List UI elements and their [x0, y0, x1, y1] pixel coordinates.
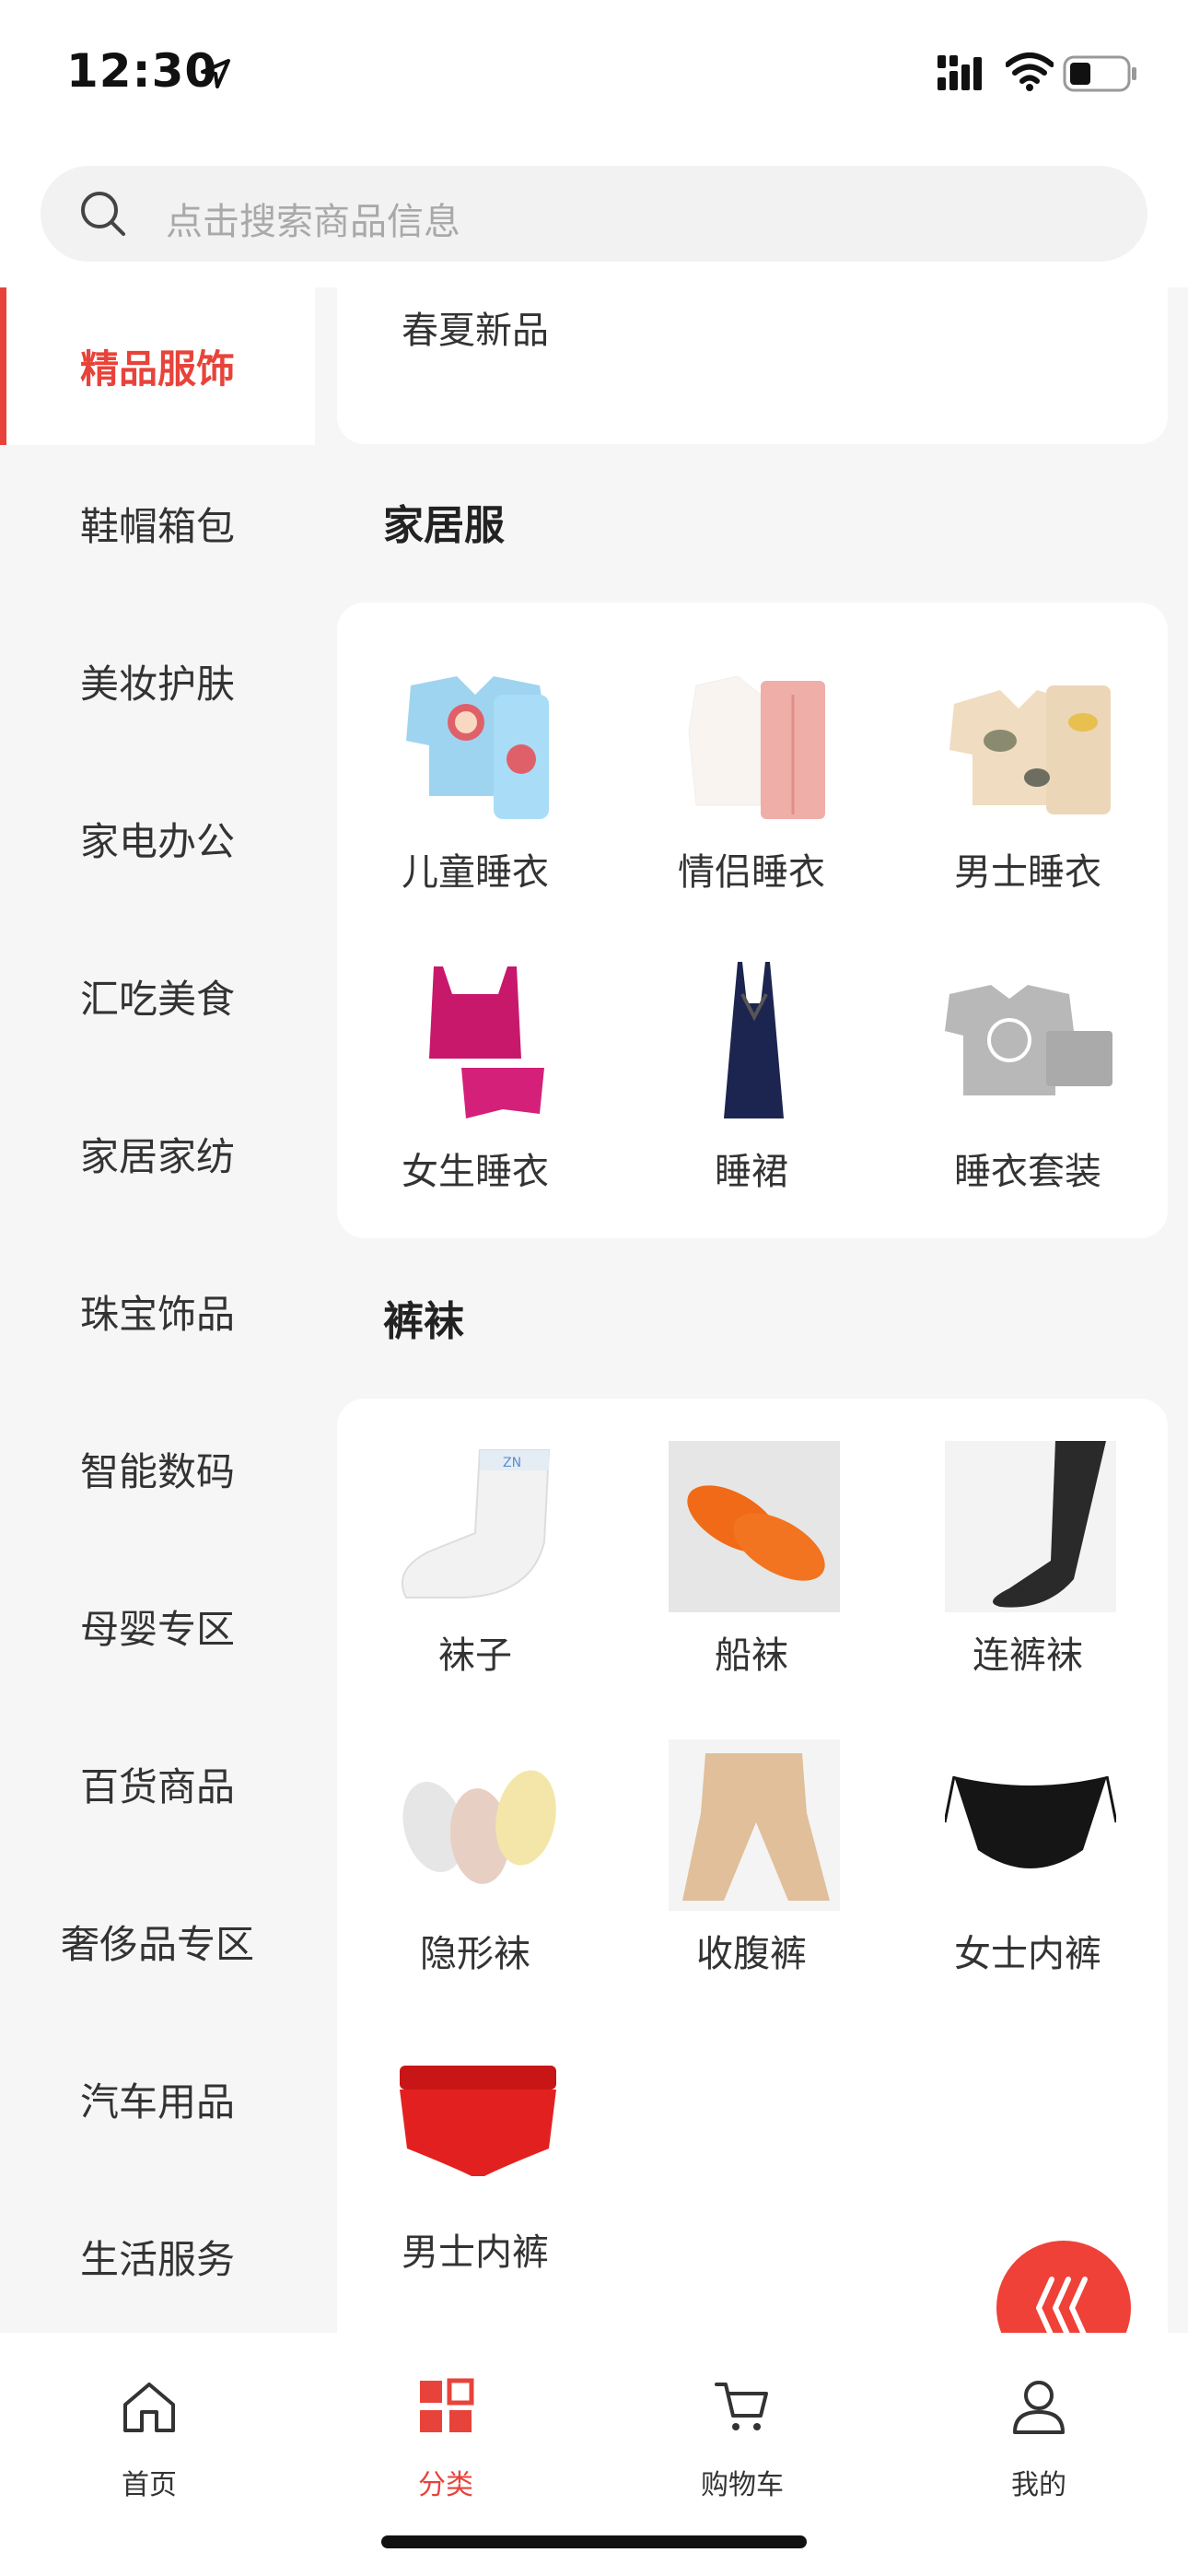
search-icon	[81, 192, 125, 236]
hosiery-card: ZN 袜子 船袜 连裤袜 隐形袜 收腹裤 女士内裤 男士内裤	[337, 1399, 1168, 2333]
tile-label: 春夏新品	[402, 310, 549, 352]
tab-label: 分类	[418, 2469, 473, 2501]
new-arrivals-card: 春夏新品	[337, 287, 1168, 444]
tile-label: 连裤袜	[973, 1634, 1083, 1677]
sidebar-item-auto[interactable]: 汽车用品	[0, 2020, 315, 2178]
category-tile[interactable]: 收腹裤	[613, 1739, 890, 2016]
tile-label: 儿童睡衣	[402, 851, 549, 894]
pajama-set-thumbnail	[945, 985, 1112, 1095]
category-tile[interactable]: 女士内裤	[890, 1739, 1166, 2016]
tab-home[interactable]: 首页	[57, 2359, 241, 2506]
category-tile[interactable]: 女生睡衣	[337, 957, 613, 1234]
tab-profile[interactable]: 我的	[947, 2359, 1131, 2506]
mens-underwear-thumbnail	[400, 2066, 556, 2176]
tab-label: 我的	[1011, 2469, 1066, 2501]
category-sidebar: 精品服饰 鞋帽箱包 美妆护肤 家电办公 汇吃美食 家居家纺 珠宝饰品 智能数码 …	[0, 287, 315, 2333]
category-tile[interactable]: 睡衣套装	[890, 957, 1166, 1234]
sidebar-item-services[interactable]: 生活服务	[0, 2178, 315, 2333]
tile-label: 男士睡衣	[954, 851, 1101, 894]
category-tile[interactable]: 情侣睡衣	[613, 658, 890, 934]
category-icon	[420, 2378, 474, 2432]
battery-icon	[1063, 55, 1136, 92]
category-tile[interactable]: 连裤袜	[890, 1441, 1166, 1717]
sidebar-item-apparel[interactable]: 精品服饰	[0, 287, 315, 445]
category-tile[interactable]: 儿童睡衣	[337, 658, 613, 934]
sidebar-item-shoes-bags[interactable]: 鞋帽箱包	[0, 445, 315, 603]
wifi-icon	[1006, 53, 1054, 91]
sidebar-item-beauty[interactable]: 美妆护肤	[0, 603, 315, 760]
category-tile[interactable]: 船袜	[613, 1441, 890, 1717]
category-tile[interactable]: 男士睡衣	[890, 658, 1166, 934]
sidebar-item-appliances[interactable]: 家电办公	[0, 760, 315, 918]
category-tile[interactable]: ZN 袜子	[337, 1441, 613, 1717]
search-bar[interactable]: 点击搜索商品信息	[41, 166, 1147, 262]
search-input[interactable]: 点击搜索商品信息	[166, 192, 460, 245]
shapewear-thumbnail	[669, 1739, 840, 1911]
tab-label: 购物车	[701, 2469, 784, 2501]
boat-socks-thumbnail	[669, 1441, 840, 1612]
womens-underwear-thumbnail	[945, 1775, 1116, 1868]
sidebar-item-baby[interactable]: 母婴专区	[0, 1548, 315, 1705]
kids-pajamas-thumbnail	[406, 676, 549, 819]
socks-thumbnail: ZN	[402, 1449, 551, 1598]
home-indicator[interactable]	[381, 2535, 807, 2548]
category-tile[interactable]: 春夏新品	[337, 287, 613, 392]
nightgown-thumbnail	[724, 962, 784, 1118]
womens-pajamas-thumbnail	[429, 966, 544, 1118]
tile-label: 情侣睡衣	[678, 851, 825, 894]
category-tile[interactable]: 男士内裤	[337, 2038, 613, 2314]
profile-icon	[1013, 2381, 1065, 2434]
couple-pajamas-thumbnail	[688, 675, 825, 819]
homewear-card: 儿童睡衣 情侣睡衣 男士睡衣 女生睡衣 睡裙 睡衣套装	[337, 603, 1168, 1238]
tile-label: 袜子	[438, 1634, 512, 1677]
svg-text:ZN: ZN	[503, 1456, 521, 1470]
category-content: 春夏新品 家居服 儿童睡衣 情侣睡衣 男士睡衣 女生睡衣 睡裙 睡衣套装 裤袜 …	[315, 287, 1188, 2333]
sidebar-item-general-goods[interactable]: 百货商品	[0, 1705, 315, 1863]
sidebar-item-jewelry[interactable]: 珠宝饰品	[0, 1233, 315, 1390]
cellular-signal-icon	[938, 55, 982, 90]
tile-label: 隐形袜	[420, 1933, 530, 1975]
section-title-homewear: 家居服	[383, 502, 505, 549]
invisible-socks-thumbnail	[402, 1770, 556, 1884]
sidebar-item-home-textiles[interactable]: 家居家纺	[0, 1075, 315, 1233]
sidebar-item-luxury[interactable]: 奢侈品专区	[0, 1863, 315, 2020]
tile-label: 睡衣套装	[954, 1151, 1101, 1193]
tile-label: 收腹裤	[696, 1933, 807, 1975]
section-title-hosiery: 裤袜	[383, 1298, 464, 1345]
category-tile[interactable]: 睡裙	[613, 957, 890, 1234]
sidebar-item-digital[interactable]: 智能数码	[0, 1390, 315, 1548]
category-tile[interactable]: 隐形袜	[337, 1739, 613, 2016]
mens-pajamas-thumbnail	[949, 685, 1111, 814]
tile-label: 船袜	[715, 1634, 788, 1677]
tile-label: 睡裙	[715, 1151, 788, 1193]
status-bar: 12:30	[0, 0, 1188, 147]
tab-label: 首页	[122, 2469, 177, 2501]
status-time: 12:30	[66, 44, 218, 98]
tights-thumbnail	[945, 1441, 1116, 1612]
home-icon	[123, 2383, 175, 2432]
tile-label: 女士内裤	[954, 1933, 1101, 1975]
tab-category[interactable]: 分类	[354, 2359, 538, 2506]
sidebar-item-food[interactable]: 汇吃美食	[0, 918, 315, 1075]
cart-icon	[715, 2383, 768, 2430]
tab-cart[interactable]: 购物车	[650, 2359, 834, 2506]
tile-label: 女生睡衣	[402, 1151, 549, 1193]
location-arrow-icon	[201, 59, 230, 88]
tile-label: 男士内裤	[402, 2231, 549, 2274]
